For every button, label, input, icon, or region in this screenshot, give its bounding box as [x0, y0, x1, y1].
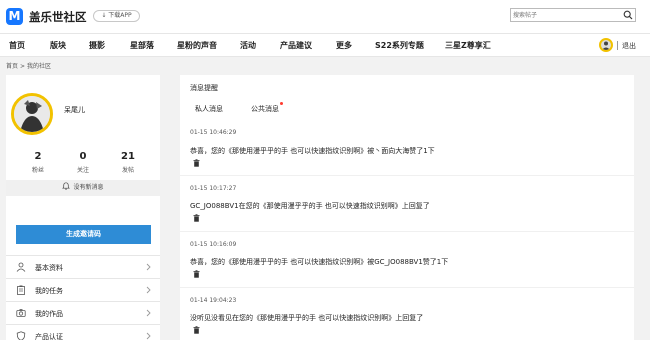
unread-dot [280, 102, 283, 105]
message-time: 01-15 10:17:27 [190, 185, 237, 192]
camera-icon [16, 309, 26, 317]
search-input[interactable] [513, 10, 617, 20]
nav-divider [617, 41, 618, 50]
message-text[interactable]: 恭喜，您的《那使用漫乎乎的手 也可以快速指纹识别啊》被丶面向大海赞了1下 [190, 146, 435, 156]
menu-item-my-tasks[interactable]: 我的任务 [6, 278, 160, 301]
stat-label: 粉丝 [31, 167, 44, 174]
stat-following[interactable]: 0 关注 [63, 151, 103, 174]
nav-events[interactable]: 活动 [240, 40, 256, 51]
stat-followers[interactable]: 2 粉丝 [18, 151, 58, 174]
message-text[interactable]: 恭喜，您的《那使用漫乎乎的手 也可以快速指纹识别啊》被GC_JO088BV1赞了… [190, 257, 448, 267]
search-box [510, 8, 636, 22]
nav-home[interactable]: 首页 [9, 40, 25, 51]
site-title[interactable]: 盖乐世社区 [29, 9, 87, 25]
nav-forums[interactable]: 版块 [50, 40, 66, 51]
nav-z-club[interactable]: 三星Z尊享汇 [445, 40, 491, 51]
trash-icon[interactable] [193, 326, 200, 334]
stat-value: 21 [121, 151, 135, 162]
menu-item-my-works[interactable]: 我的作品 [6, 301, 160, 324]
stat-label: 关注 [76, 167, 89, 174]
profile-sidebar: 呆尾儿 2 粉丝 0 关注 21 发帖 没有新消息 生成邀请码 基本资料 我的任… [6, 75, 160, 340]
notification-text: 没有新消息 [73, 184, 104, 191]
logo-icon[interactable]: M [6, 8, 23, 25]
message-divider [180, 175, 634, 176]
menu-item-label: 我的作品 [35, 310, 63, 318]
logout-link[interactable]: 退出 [622, 41, 636, 51]
menu-item-product-certification[interactable]: 产品认证 [6, 324, 160, 340]
download-app-button[interactable]: ↓ 下载APP [93, 10, 140, 22]
message-text[interactable]: 没听见没看见在您的《那使用漫乎乎的手 也可以快速指纹识别啊》上回复了 [190, 313, 423, 323]
menu-item-basic-info[interactable]: 基本资料 [6, 255, 160, 278]
chevron-right-icon [146, 332, 151, 340]
message-time: 01-15 10:16:09 [190, 241, 237, 248]
breadcrumb-current: 我的社区 [27, 63, 52, 70]
nav-s22-topic[interactable]: S22系列专题 [375, 40, 424, 51]
profile-menu: 基本资料 我的任务 我的作品 产品认证 [6, 255, 160, 340]
messages-panel: 消息提醒 私人消息 公共消息 01-15 10:46:29 恭喜，您的《那使用漫… [180, 75, 634, 340]
shield-icon [16, 331, 26, 340]
tab-public-messages[interactable]: 公共消息 [251, 102, 283, 114]
breadcrumb: 首页 > 我的社区 [6, 61, 53, 70]
search-icon[interactable] [623, 10, 633, 20]
nav-fan-voice[interactable]: 星粉的声音 [177, 40, 217, 51]
chevron-right-icon [146, 309, 151, 317]
panel-title: 消息提醒 [190, 84, 218, 92]
generate-invite-code-button[interactable]: 生成邀请码 [16, 225, 151, 244]
stat-label: 发帖 [121, 167, 134, 174]
nav-suggestions[interactable]: 产品建议 [280, 40, 312, 51]
tab-label: 公共消息 [251, 105, 279, 113]
menu-item-label: 产品认证 [35, 333, 63, 340]
nav-star-tribe[interactable]: 星部落 [130, 40, 154, 51]
user-icon [16, 262, 26, 272]
trash-icon[interactable] [193, 270, 200, 278]
menu-item-label: 基本资料 [35, 264, 63, 272]
clipboard-icon [17, 285, 25, 295]
profile-avatar[interactable] [11, 93, 53, 135]
avatar-image-icon [602, 41, 610, 50]
user-avatar[interactable] [599, 38, 613, 52]
breadcrumb-home[interactable]: 首页 [6, 63, 18, 70]
message-divider [180, 231, 634, 232]
main-nav: 首页 版块 摄影 星部落 星粉的声音 活动 产品建议 更多 S22系列专题 三星… [0, 33, 650, 57]
trash-icon[interactable] [193, 214, 200, 222]
stat-value: 0 [79, 151, 87, 162]
message-time: 01-15 10:46:29 [190, 129, 237, 136]
avatar-image-icon [14, 96, 50, 132]
stat-value: 2 [34, 151, 42, 162]
profile-username[interactable]: 呆尾儿 [64, 105, 85, 115]
chevron-right-icon [146, 263, 151, 271]
breadcrumb-separator: > [20, 63, 26, 70]
menu-item-label: 我的任务 [35, 287, 63, 295]
stat-posts[interactable]: 21 发帖 [108, 151, 148, 174]
tab-private-messages[interactable]: 私人消息 [195, 104, 223, 114]
trash-icon[interactable] [193, 159, 200, 167]
nav-more[interactable]: 更多 [336, 40, 352, 51]
notification-status[interactable]: 没有新消息 [6, 180, 160, 196]
message-divider [180, 287, 634, 288]
chevron-right-icon [146, 286, 151, 294]
top-header: M 盖乐世社区 ↓ 下载APP [0, 0, 650, 33]
bell-icon [62, 182, 71, 190]
nav-photography[interactable]: 摄影 [89, 40, 105, 51]
message-time: 01-14 19:04:23 [190, 297, 237, 304]
message-text[interactable]: GC_JO088BV1在您的《那使用漫乎乎的手 也可以快速指纹识别啊》上回复了 [190, 201, 430, 211]
